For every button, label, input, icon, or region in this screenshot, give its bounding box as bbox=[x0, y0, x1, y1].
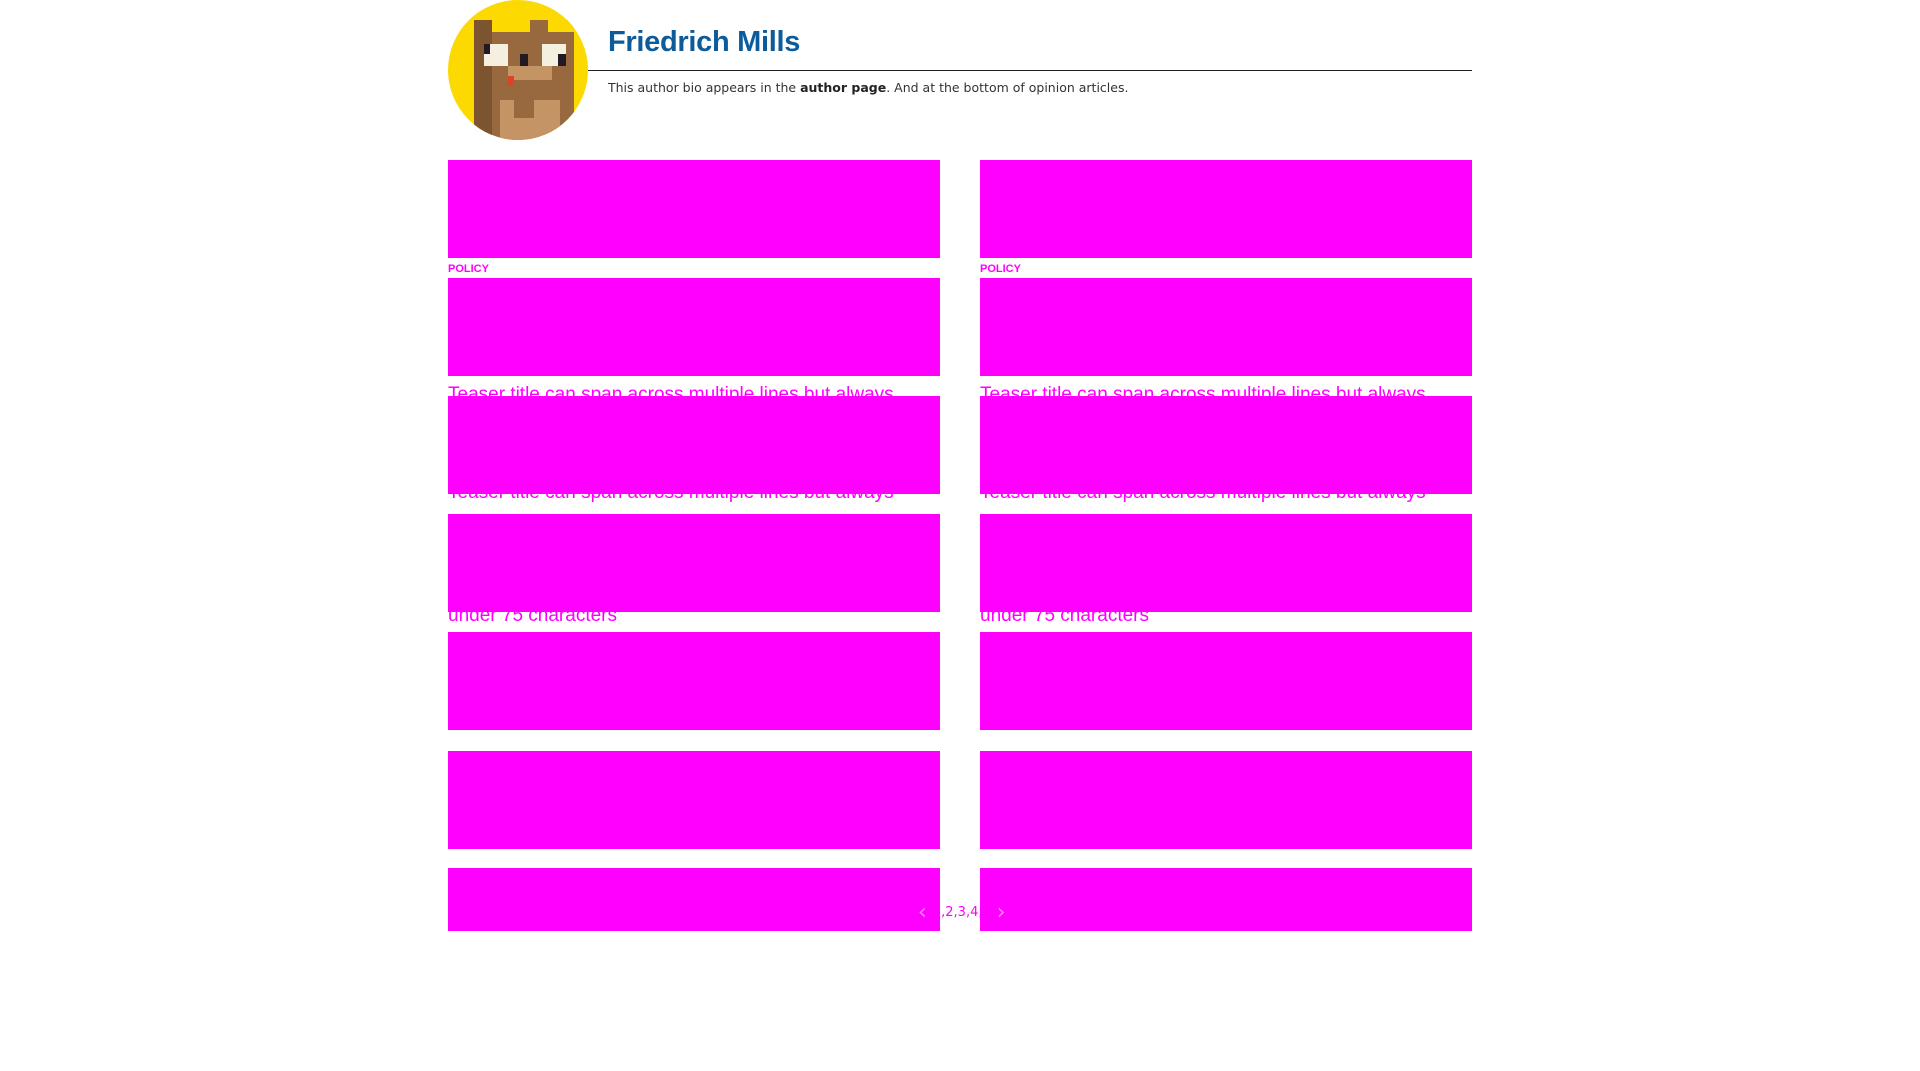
author-avatar bbox=[448, 0, 588, 140]
article-card[interactable] bbox=[448, 160, 940, 258]
article-card[interactable] bbox=[980, 160, 1472, 258]
page-link[interactable]: 5 bbox=[983, 905, 991, 920]
article-card[interactable] bbox=[448, 632, 940, 730]
bio-text: This author bio appears in the bbox=[608, 80, 801, 95]
header-divider bbox=[588, 70, 1472, 71]
category-label[interactable]: POLICY bbox=[448, 263, 489, 275]
article-card[interactable] bbox=[980, 751, 1472, 849]
article-card[interactable] bbox=[448, 278, 940, 376]
bio-text-end: . And at the bottom of opinion articles. bbox=[886, 80, 1129, 95]
pagination: ‹ 1,2,3,4,5 › bbox=[918, 900, 1006, 925]
author-name: Friedrich Mills bbox=[608, 26, 801, 58]
chevron-left-icon[interactable]: ‹ bbox=[918, 900, 927, 925]
page-links: 1,2,3,4,5 bbox=[932, 905, 991, 920]
cat-avatar-icon bbox=[474, 20, 574, 140]
category-label[interactable]: POLICY bbox=[980, 263, 1021, 275]
article-card[interactable] bbox=[980, 514, 1472, 612]
author-page-link[interactable]: author page bbox=[800, 80, 886, 95]
article-card[interactable] bbox=[980, 396, 1472, 494]
author-bio: This author bio appears in the author pa… bbox=[608, 80, 1128, 95]
article-card[interactable] bbox=[448, 396, 940, 494]
chevron-right-icon[interactable]: › bbox=[997, 900, 1006, 925]
article-card[interactable] bbox=[448, 868, 940, 931]
page-link[interactable]: 4 bbox=[970, 905, 978, 920]
page-link[interactable]: 1 bbox=[933, 905, 941, 920]
article-card[interactable] bbox=[980, 632, 1472, 730]
article-card[interactable] bbox=[980, 278, 1472, 376]
page-link[interactable]: 2 bbox=[945, 905, 953, 920]
article-card[interactable] bbox=[448, 751, 940, 849]
page-link[interactable]: 3 bbox=[958, 905, 966, 920]
article-card[interactable] bbox=[980, 868, 1472, 931]
article-card[interactable] bbox=[448, 514, 940, 612]
